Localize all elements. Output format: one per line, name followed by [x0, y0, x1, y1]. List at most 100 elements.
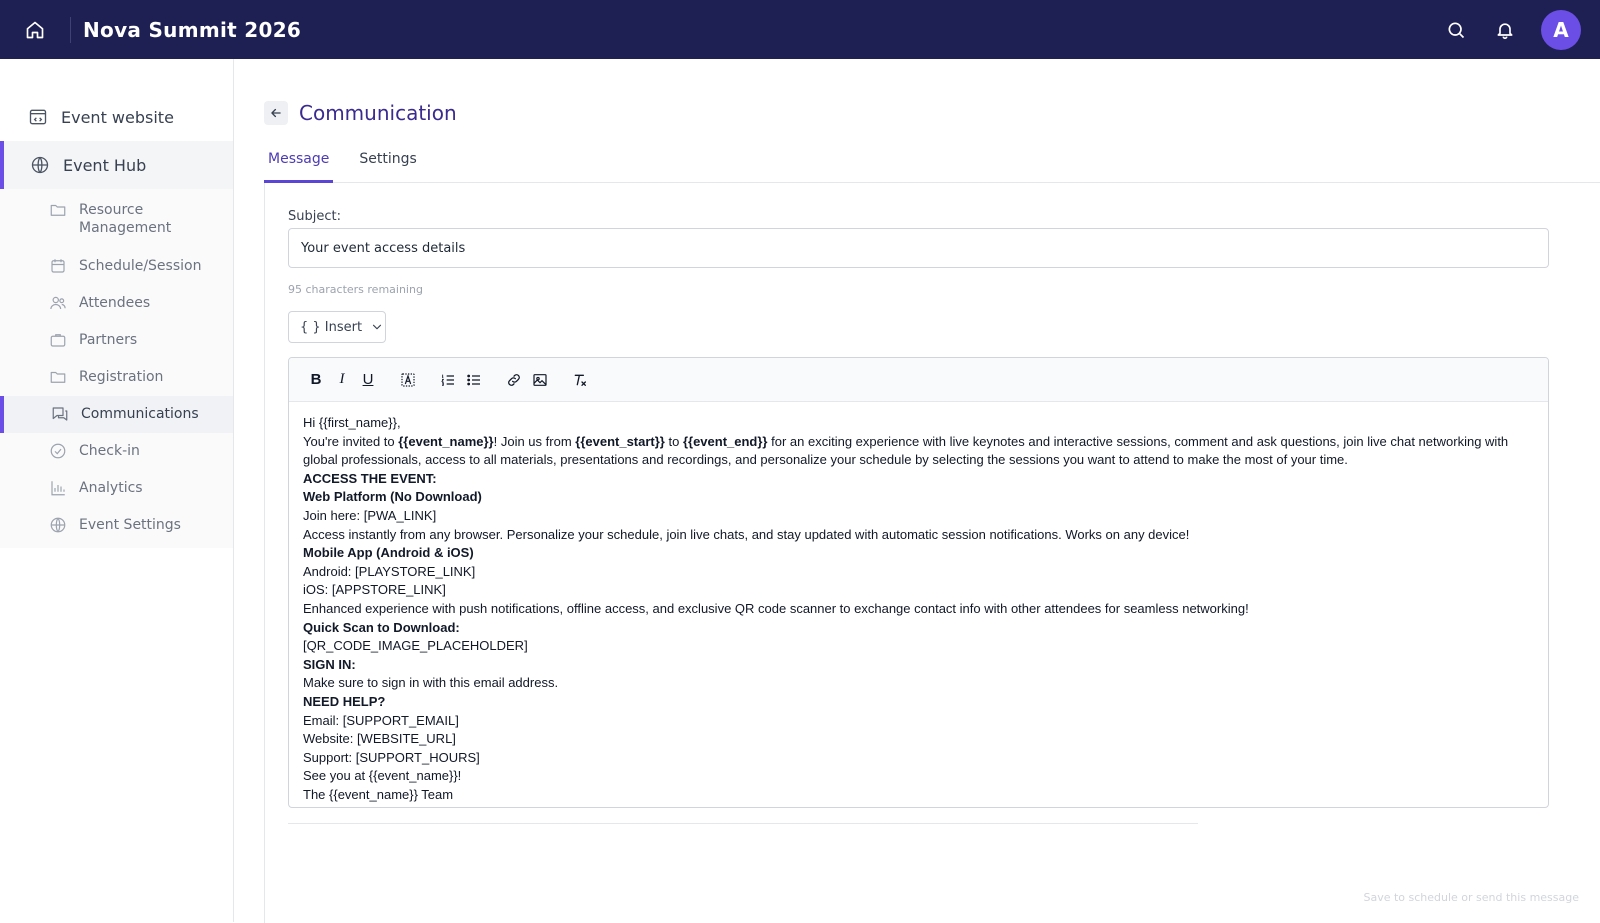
chars-remaining: 95 characters remaining: [288, 283, 423, 296]
subject-input[interactable]: [288, 228, 1549, 268]
link-button[interactable]: [501, 367, 527, 393]
editor-line: Make sure to sign in with this email add…: [303, 674, 1534, 693]
sidebar-item-check-in[interactable]: Check-in: [0, 433, 233, 470]
folder-icon: [48, 367, 68, 387]
editor-text: [QR_CODE_IMAGE_PLACEHOLDER]: [303, 638, 528, 654]
editor-line: Android: [PLAYSTORE_LINK]: [303, 563, 1534, 582]
chevron-down-icon: [370, 320, 384, 334]
sidebar-item-registration[interactable]: Registration: [0, 359, 233, 396]
ordered-list-icon: [441, 374, 454, 386]
bell-icon: [1497, 22, 1513, 39]
search-button[interactable]: [1443, 17, 1469, 43]
editor-text: Make sure to sign in with this email add…: [303, 675, 559, 691]
sidebar-item-label: Schedule/Session: [79, 258, 202, 274]
sidebar-item-event-hub[interactable]: Event Hub: [0, 141, 233, 189]
sidebar-item-label: Analytics: [79, 480, 143, 496]
sidebar-item-label: Partners: [79, 332, 138, 348]
text-color-button[interactable]: [395, 367, 421, 393]
insert-dropdown[interactable]: { } Insert: [288, 311, 386, 343]
app-title: Nova Summit 2026: [83, 17, 302, 42]
editor-toolbar: B I U: [289, 358, 1548, 402]
text-color-icon: [401, 372, 415, 387]
editor-text: You're invited to: [303, 433, 399, 449]
image-icon: [533, 373, 547, 386]
editor-line: ACCESS THE EVENT:: [303, 470, 1534, 489]
editor-line: Website: [WEBSITE_URL]: [303, 730, 1534, 749]
editor-text: Web Platform (No Download): [303, 489, 482, 505]
editor-text: Join here: [PWA_LINK]: [303, 507, 437, 523]
avatar[interactable]: A: [1541, 9, 1581, 50]
sidebar-item-label: Attendees: [79, 295, 151, 311]
website-icon: [28, 107, 48, 127]
top-bar: Nova Summit 2026 A: [0, 0, 1600, 59]
italic-icon: I: [339, 371, 345, 387]
editor-line: Access instantly from any browser. Perso…: [303, 526, 1534, 545]
editor-text: The {{event_name}} Team: [303, 786, 454, 802]
sidebar-item-label: Event Settings: [79, 517, 181, 533]
editor-text: Hi {{first_name}},: [303, 415, 401, 430]
bar-chart-icon: [48, 478, 68, 498]
editor-text: Quick Scan to Download:: [303, 619, 460, 635]
arrow-left-icon: [271, 108, 281, 118]
editor-text: Access instantly from any browser. Perso…: [303, 526, 1190, 542]
insert-label: { } Insert: [300, 319, 363, 335]
editor-line: Mobile App (Android & iOS): [303, 544, 1534, 563]
chat-icon: [50, 404, 70, 424]
editor-text: {{event_end}}: [682, 433, 768, 449]
ordered-list-button[interactable]: [435, 367, 461, 393]
italic-button[interactable]: I: [329, 367, 355, 393]
home-button[interactable]: [0, 16, 71, 43]
sidebar-item-schedule-session[interactable]: Schedule/Session: [0, 248, 233, 285]
page-header: Communication: [264, 101, 457, 125]
editor-text: Email: [SUPPORT_EMAIL]: [303, 712, 459, 728]
editor-text: See you at {{event_name}}!: [303, 768, 462, 784]
back-button[interactable]: [264, 101, 288, 125]
sidebar-item-label: Registration: [79, 369, 164, 385]
sidebar-item-event-settings[interactable]: Event Settings: [0, 507, 233, 544]
clear-format-icon: [574, 374, 586, 386]
sidebar-item-attendees[interactable]: Attendees: [0, 285, 233, 322]
search-icon: [1448, 22, 1465, 38]
tab-message[interactable]: Message: [264, 144, 334, 183]
editor-text: {{event_name}}: [398, 433, 494, 449]
bold-button[interactable]: B: [303, 367, 329, 393]
editor-text: {{event_start}}: [575, 433, 665, 449]
notifications-button[interactable]: [1492, 17, 1518, 43]
editor-line: Join here: [PWA_LINK]: [303, 507, 1534, 526]
calendar-icon: [48, 256, 68, 276]
editor-line: Support: [SUPPORT_HOURS]: [303, 749, 1534, 768]
globe-icon: [48, 515, 68, 535]
editor-line: [QR_CODE_IMAGE_PLACEHOLDER]: [303, 637, 1534, 656]
folder-icon: [48, 200, 68, 220]
bullet-list-button[interactable]: [461, 367, 487, 393]
editor-line: Web Platform (No Download): [303, 488, 1534, 507]
editor-line: Enhanced experience with push notificati…: [303, 600, 1534, 619]
image-button[interactable]: [527, 367, 553, 393]
check-circle-icon: [48, 441, 68, 461]
editor-text: ACCESS THE EVENT:: [303, 470, 437, 486]
editor-text: ! Join us from: [493, 433, 576, 449]
event-hub-submenu: Resource Management Schedule/Session Att…: [0, 189, 233, 548]
globe-icon: [30, 155, 50, 175]
sidebar-item-communications[interactable]: Communications: [0, 396, 233, 433]
editor-text: Mobile App (Android & iOS): [303, 545, 474, 561]
editor-text: iOS: [APPSTORE_LINK]: [303, 582, 446, 598]
sidebar-item-event-website[interactable]: Event website: [0, 93, 233, 141]
sidebar-item-partners[interactable]: Partners: [0, 322, 233, 359]
subject-label: Subject:: [288, 209, 341, 224]
editor-text: Enhanced experience with push notificati…: [303, 600, 1249, 616]
editor-text: Support: [SUPPORT_HOURS]: [303, 749, 480, 765]
editor-line: Hi {{first_name}},: [303, 414, 1534, 433]
sidebar-item-resource-management[interactable]: Resource Management: [0, 192, 233, 248]
editor-line: Quick Scan to Download:: [303, 619, 1534, 638]
sidebar-item-analytics[interactable]: Analytics: [0, 470, 233, 507]
editor-body[interactable]: Hi {{first_name}}, You're invited to {{ev…: [289, 402, 1548, 807]
sidebar-item-label: Communications: [81, 406, 199, 422]
underline-icon: U: [362, 371, 374, 388]
rich-text-editor: B I U Hi {{first_name}}, You're invited …: [288, 357, 1549, 808]
tab-settings[interactable]: Settings: [355, 144, 420, 183]
editor-text: NEED HELP?: [303, 693, 386, 709]
clear-format-button[interactable]: [567, 367, 593, 393]
underline-button[interactable]: U: [355, 367, 381, 393]
save-hint: Save to schedule or send this message: [1363, 891, 1579, 904]
